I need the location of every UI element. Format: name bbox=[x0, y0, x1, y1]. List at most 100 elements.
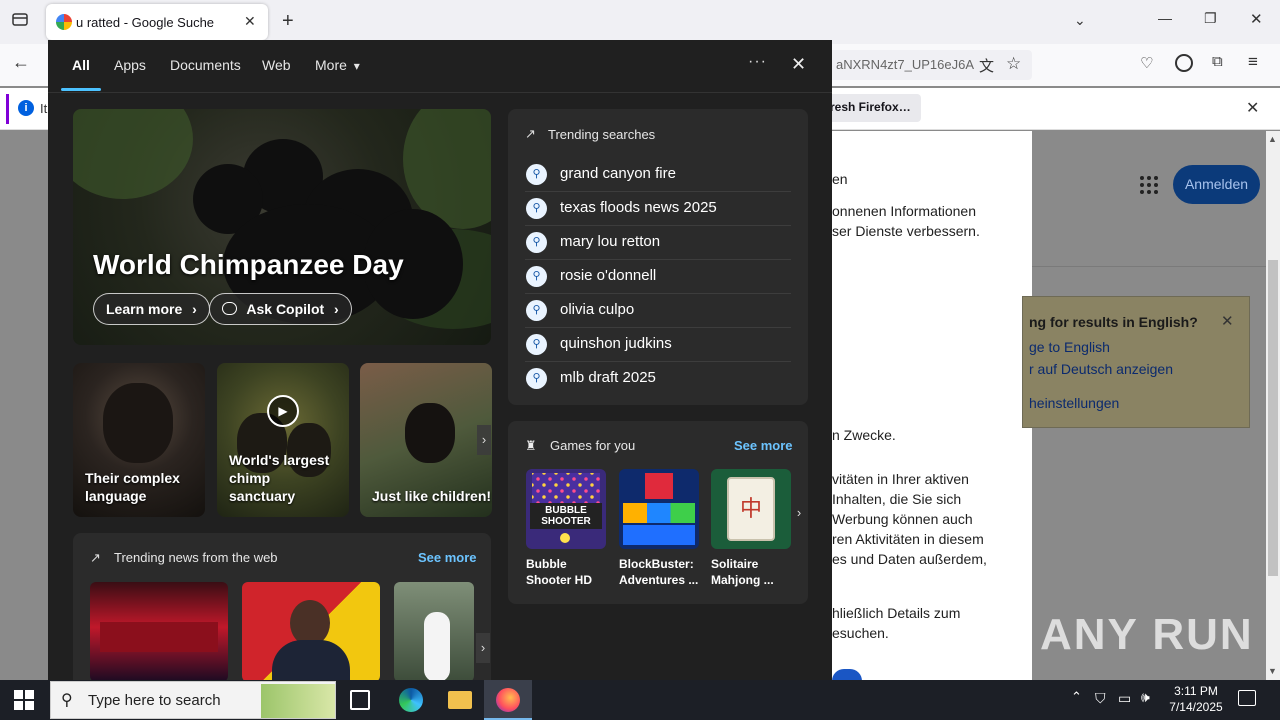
news-next-icon[interactable]: › bbox=[476, 633, 490, 663]
sign-in-button[interactable]: Anmelden bbox=[1173, 165, 1260, 204]
language-card-close-icon[interactable]: ✕ bbox=[1221, 312, 1234, 330]
file-explorer-icon[interactable] bbox=[448, 691, 472, 709]
news-thumbnail-tennis[interactable] bbox=[394, 582, 474, 680]
trending-item[interactable]: ⚲ grand canyon fire bbox=[525, 158, 791, 192]
search-icon: ⚲ bbox=[526, 164, 547, 185]
security-icon[interactable]: ⛉ bbox=[1095, 690, 1106, 707]
hamburger-menu-icon[interactable]: ≡ bbox=[1248, 52, 1258, 72]
search-panel: All Apps Documents Web More ▾ ··· ✕ Worl… bbox=[48, 40, 832, 680]
games-next-icon[interactable]: › bbox=[792, 498, 806, 528]
consent-text: es und Daten außerdem, bbox=[832, 551, 987, 567]
tab-web[interactable]: Web bbox=[262, 57, 291, 73]
new-tab-button[interactable]: + bbox=[282, 10, 294, 33]
change-to-english-link[interactable]: ge to English bbox=[1029, 339, 1110, 355]
search-icon: ⚲ bbox=[61, 692, 73, 709]
hero-card[interactable]: World Chimpanzee Day Learn more › Ask Co… bbox=[73, 109, 491, 345]
thumb-card[interactable]: ▶ World's largest chimp sanctuary bbox=[217, 363, 349, 517]
maximize-button[interactable]: ❐ bbox=[1204, 10, 1217, 27]
game-tile[interactable]: BlockBuster: Adventures ... bbox=[619, 469, 699, 588]
url-text: aNXRN4zt7_UP16eJ6A bbox=[836, 57, 975, 72]
copilot-chat-icon bbox=[222, 302, 237, 315]
trending-icon: ↗ bbox=[90, 550, 101, 565]
chevron-down-icon[interactable]: ⌄ bbox=[1074, 12, 1086, 29]
search-icon: ⚲ bbox=[526, 334, 547, 355]
games-see-more-link[interactable]: See more bbox=[734, 438, 793, 453]
account-icon[interactable] bbox=[1175, 54, 1193, 72]
thumb-card[interactable]: Their complex language bbox=[73, 363, 205, 517]
tab-all[interactable]: All bbox=[72, 57, 90, 73]
news-see-more-link[interactable]: See more bbox=[418, 550, 477, 565]
trending-item[interactable]: ⚲ mlb draft 2025 bbox=[525, 362, 791, 396]
extensions-icon[interactable]: ⧉ bbox=[1212, 53, 1223, 70]
task-view-icon[interactable] bbox=[350, 690, 370, 710]
tab-apps[interactable]: Apps bbox=[114, 57, 146, 73]
network-icon[interactable]: ▭ bbox=[1118, 690, 1131, 707]
game-tile[interactable]: BUBBLE SHOOTER Bubble Shooter HD bbox=[526, 469, 606, 588]
window-close-button[interactable]: ✕ bbox=[1250, 10, 1263, 28]
firefox-taskbar-button[interactable] bbox=[484, 680, 532, 720]
tab-title: u ratted - Google Suche bbox=[76, 15, 215, 30]
thumb-caption: Their complex language bbox=[85, 470, 180, 504]
thumb-card[interactable]: Just like children! bbox=[360, 363, 492, 517]
translate-icon[interactable]: 文 bbox=[979, 55, 994, 76]
consent-text: Werbung können auch bbox=[832, 511, 973, 527]
anyrun-watermark: ANY RUN bbox=[1040, 610, 1254, 659]
back-arrow-icon[interactable]: ← bbox=[12, 52, 30, 73]
consent-text: en bbox=[832, 171, 848, 187]
learn-more-button[interactable]: Learn more › bbox=[93, 293, 210, 325]
learn-more-label: Learn more bbox=[106, 301, 183, 317]
edge-icon[interactable] bbox=[399, 688, 423, 712]
tab-close-icon[interactable]: ✕ bbox=[244, 13, 256, 30]
show-hidden-icons-chevron-icon[interactable]: ⌃ bbox=[1071, 689, 1082, 705]
scrollbar-thumb[interactable] bbox=[1268, 260, 1278, 576]
game-name: Solitaire Mahjong ... bbox=[711, 557, 774, 587]
tab-list-icon[interactable] bbox=[8, 10, 32, 34]
active-tab-indicator bbox=[61, 88, 101, 91]
search-icon: ⚲ bbox=[526, 266, 547, 287]
language-settings-link[interactable]: heinstellungen bbox=[1029, 395, 1119, 411]
volume-icon[interactable]: 🕪 bbox=[1141, 689, 1150, 706]
german-results-link[interactable]: r auf Deutsch anzeigen bbox=[1029, 361, 1173, 377]
panel-close-icon[interactable]: ✕ bbox=[791, 54, 806, 75]
blockbuster-art bbox=[619, 469, 699, 549]
tab-google-search[interactable]: u ratted - Google Suche ✕ bbox=[46, 4, 268, 40]
trending-item[interactable]: ⚲ quinshon judkins bbox=[525, 328, 791, 362]
trending-item[interactable]: ⚲ olivia culpo bbox=[525, 294, 791, 328]
search-icon: ⚲ bbox=[526, 232, 547, 253]
windows-start-icon[interactable] bbox=[14, 690, 34, 710]
tab-more[interactable]: More ▾ bbox=[315, 57, 360, 73]
refresh-firefox-button[interactable]: resh Firefox… bbox=[822, 94, 921, 122]
carousel-next-icon[interactable]: › bbox=[477, 425, 491, 455]
notification-center-icon[interactable] bbox=[1238, 690, 1256, 706]
mahjong-art: 中 bbox=[711, 469, 791, 549]
game-art-text: BUBBLE SHOOTER bbox=[530, 503, 602, 529]
tab-documents[interactable]: Documents bbox=[170, 57, 241, 73]
pocket-icon[interactable]: ♡ bbox=[1140, 54, 1153, 72]
taskbar-search-box[interactable]: ⚲ Type here to search bbox=[50, 681, 336, 719]
news-thumbnail-portrait[interactable] bbox=[242, 582, 380, 680]
trending-item[interactable]: ⚲ texas floods news 2025 bbox=[525, 192, 791, 226]
notification-close-icon[interactable]: ✕ bbox=[1246, 98, 1259, 118]
clock[interactable]: 3:11 PM 7/14/2025 bbox=[1166, 683, 1226, 715]
trending-item[interactable]: ⚲ mary lou retton bbox=[525, 226, 791, 260]
language-card-title: ng for results in English? bbox=[1029, 314, 1198, 330]
trending-item[interactable]: ⚲ rosie o'donnell bbox=[525, 260, 791, 294]
google-apps-icon[interactable] bbox=[1140, 176, 1158, 194]
chevron-right-icon: › bbox=[192, 301, 197, 317]
consent-text: hließlich Details zum bbox=[832, 605, 961, 621]
play-icon[interactable]: ▶ bbox=[267, 395, 299, 427]
games-title: Games for you bbox=[550, 438, 636, 453]
bookmark-star-icon[interactable]: ☆ bbox=[1006, 54, 1021, 74]
scroll-down-icon[interactable]: ▼ bbox=[1268, 666, 1277, 676]
search-placeholder: Type here to search bbox=[88, 692, 221, 709]
notification-text: It bbox=[40, 101, 48, 116]
minimize-button[interactable]: — bbox=[1158, 10, 1172, 26]
more-options-icon[interactable]: ··· bbox=[748, 53, 767, 71]
thumb-caption: Just like children! bbox=[372, 488, 492, 504]
game-tile[interactable]: 中 Solitaire Mahjong ... bbox=[711, 469, 791, 588]
trending-item-label: mary lou retton bbox=[560, 233, 661, 250]
ask-copilot-button[interactable]: Ask Copilot › bbox=[209, 293, 352, 325]
scroll-up-icon[interactable]: ▲ bbox=[1268, 134, 1277, 144]
news-thumbnail-fire-trucks[interactable] bbox=[90, 582, 228, 680]
hero-title: World Chimpanzee Day bbox=[93, 249, 404, 280]
